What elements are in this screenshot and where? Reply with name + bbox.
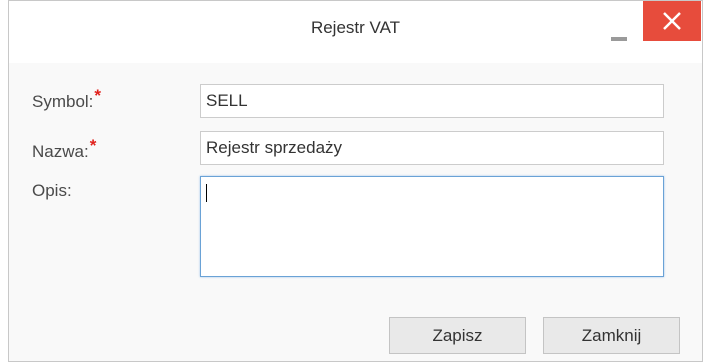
minimize-icon	[611, 37, 627, 41]
name-input[interactable]: Rejestr sprzedaży	[200, 131, 664, 165]
symbol-input[interactable]: SELL	[200, 84, 664, 118]
name-label-text: Nazwa:	[32, 142, 89, 161]
dialog-titlebar: Rejestr VAT	[9, 1, 702, 63]
close-button[interactable]	[643, 1, 701, 41]
save-button[interactable]: Zapisz	[389, 317, 526, 354]
dialog-title: Rejestr VAT	[310, 18, 401, 37]
name-label: Nazwa:*	[32, 136, 96, 162]
minimize-button[interactable]	[607, 31, 631, 41]
text-caret	[206, 184, 207, 202]
close-icon	[663, 12, 681, 30]
vat-register-dialog: Rejestr VAT Symbol:* SELL Nazwa:* Rejest…	[8, 0, 703, 362]
description-textarea[interactable]	[200, 176, 664, 277]
symbol-label-text: Symbol:	[32, 92, 94, 111]
description-label: Opis:	[32, 181, 72, 200]
close-dialog-button[interactable]: Zamknij	[543, 317, 680, 354]
required-marker: *	[89, 136, 97, 155]
symbol-label: Symbol:*	[32, 86, 101, 112]
required-marker: *	[94, 86, 102, 105]
